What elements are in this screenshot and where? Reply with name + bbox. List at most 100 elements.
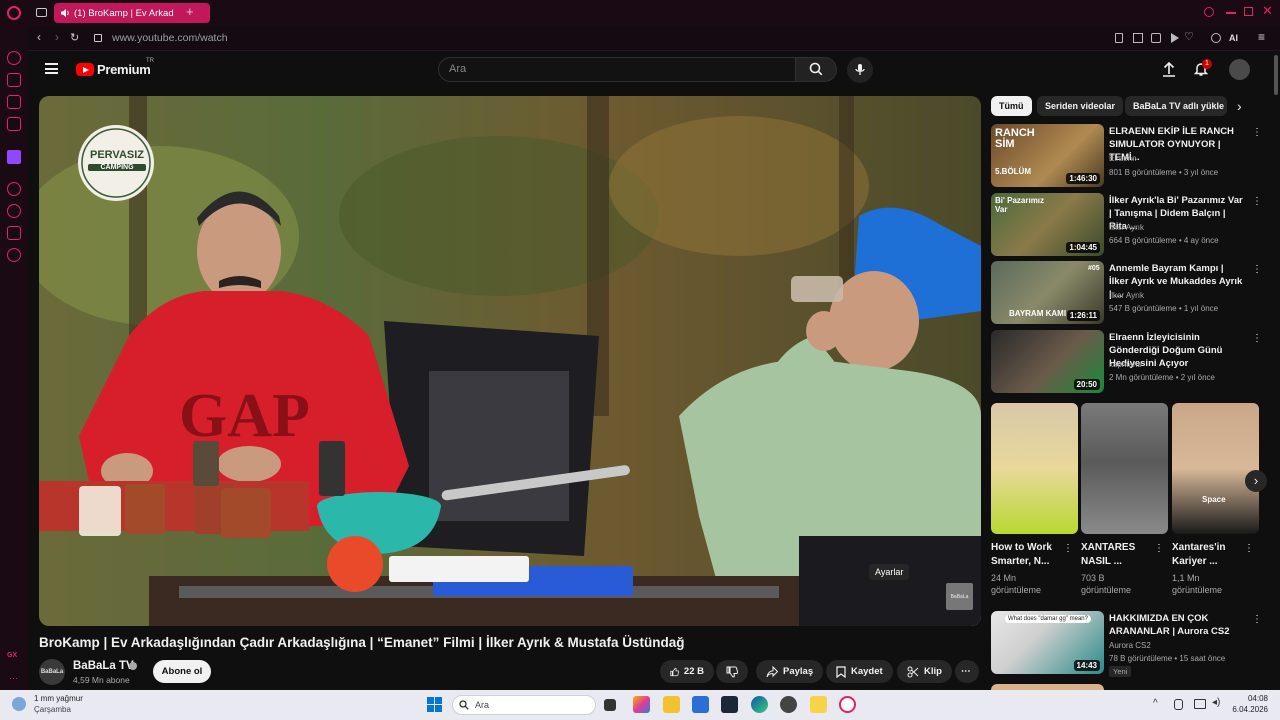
instagram-icon[interactable] bbox=[7, 117, 21, 131]
edge-icon[interactable] bbox=[751, 696, 768, 713]
history-icon[interactable] bbox=[7, 204, 21, 218]
player-icon[interactable] bbox=[7, 182, 21, 196]
rec-menu-icon[interactable]: ⋮ bbox=[1252, 127, 1262, 139]
taskbar-search-input[interactable]: Ara bbox=[452, 695, 596, 715]
rec-channel[interactable]: İlker Ayrık bbox=[1109, 223, 1144, 232]
short-thumbnail[interactable] bbox=[1081, 403, 1168, 534]
extensions-icon[interactable] bbox=[7, 226, 21, 240]
tray-chevron-icon[interactable]: ^ bbox=[1153, 698, 1158, 709]
short-thumbnail[interactable]: Space bbox=[1172, 403, 1259, 534]
search-button[interactable] bbox=[795, 57, 837, 82]
dislike-button[interactable] bbox=[716, 660, 748, 683]
messenger-icon[interactable] bbox=[7, 95, 21, 109]
chip-channel-uploads[interactable]: BaBaLa TV adlı yükle bbox=[1125, 96, 1227, 116]
upload-icon[interactable] bbox=[1162, 61, 1176, 77]
volume-icon[interactable]: ◂) bbox=[1212, 697, 1220, 708]
more-actions-button[interactable]: ⋯ bbox=[955, 660, 979, 683]
rec-menu-icon[interactable]: ⋮ bbox=[1252, 196, 1262, 208]
rec-channel[interactable]: İlker Ayrık bbox=[1109, 291, 1144, 300]
clock-time[interactable]: 04:08 bbox=[1226, 694, 1268, 703]
opera-gx-taskbar-icon[interactable] bbox=[839, 696, 856, 713]
search-input[interactable]: Ara bbox=[438, 57, 796, 82]
maximize-button[interactable] bbox=[1244, 7, 1253, 16]
rec-thumbnail[interactable]: RANCH SİM 5.BÖLÜM 1:46:30 bbox=[991, 124, 1104, 187]
short-title[interactable]: XANTARES NASIL ... bbox=[1081, 541, 1151, 569]
twitch-icon[interactable] bbox=[7, 150, 21, 164]
clip-button[interactable]: Klip bbox=[897, 660, 952, 683]
back-button[interactable]: ‹ bbox=[37, 30, 41, 44]
short-title[interactable]: Xantares'in Kariyer ... bbox=[1172, 541, 1242, 569]
shield-icon[interactable] bbox=[1151, 33, 1161, 43]
subscribe-button[interactable]: Abone ol bbox=[153, 660, 211, 683]
chip-series[interactable]: Seriden videolar bbox=[1037, 96, 1124, 116]
lock-icon[interactable] bbox=[94, 34, 102, 42]
channel-watermark[interactable]: BaBaLa bbox=[946, 583, 973, 610]
short-menu-icon[interactable]: ⋮ bbox=[1063, 543, 1073, 554]
voice-search-button[interactable] bbox=[847, 57, 873, 83]
settings-icon[interactable] bbox=[7, 248, 21, 262]
channel-name[interactable]: BaBaLa TV bbox=[73, 660, 134, 672]
file-explorer-icon[interactable] bbox=[663, 696, 680, 713]
short-title[interactable]: How to Work Smarter, N... bbox=[991, 541, 1061, 569]
short-menu-icon[interactable]: ⋮ bbox=[1244, 543, 1254, 554]
snapshot-icon[interactable] bbox=[1133, 33, 1143, 43]
weather-icon[interactable] bbox=[12, 697, 26, 711]
account-avatar[interactable] bbox=[1229, 59, 1250, 80]
browser-menu-icon[interactable]: ≡ bbox=[1258, 30, 1265, 44]
url-field[interactable]: www.youtube.com/watch bbox=[112, 32, 228, 44]
chip-all[interactable]: Tümü bbox=[991, 96, 1032, 116]
copilot-icon[interactable] bbox=[633, 696, 650, 713]
more-icon[interactable]: ⋯ bbox=[9, 673, 18, 684]
new-tab-button[interactable]: + bbox=[186, 4, 194, 19]
close-window-button[interactable]: ✕ bbox=[1262, 3, 1273, 19]
rec-thumbnail[interactable]: What does "damar gg" mean? 14:43 bbox=[991, 611, 1104, 674]
rec-menu-icon[interactable]: ⋮ bbox=[1252, 333, 1262, 345]
video-player[interactable]: GAP PERVASIZ CAMPING Ayarlar BaBaLa bbox=[39, 96, 981, 626]
task-view-icon[interactable] bbox=[604, 699, 616, 711]
share-button[interactable]: Paylaş bbox=[756, 660, 824, 683]
network-icon[interactable] bbox=[1194, 699, 1206, 709]
youtube-logo-icon[interactable] bbox=[76, 63, 94, 76]
opera-logo-icon[interactable] bbox=[7, 6, 21, 20]
rec-title[interactable]: HAKKIMIZDA EN ÇOK ARANANLAR | Aurora CS2 bbox=[1109, 612, 1244, 638]
start-button-icon[interactable] bbox=[427, 697, 442, 712]
chips-next-icon[interactable]: › bbox=[1237, 98, 1242, 114]
search-tabs-icon[interactable] bbox=[1204, 7, 1214, 17]
short-menu-icon[interactable]: ⋮ bbox=[1154, 543, 1164, 554]
rec-channel[interactable]: Elraenn bbox=[1109, 154, 1137, 163]
page-scrollbar[interactable] bbox=[1274, 55, 1278, 95]
play-icon[interactable] bbox=[1171, 33, 1179, 43]
minimize-button[interactable] bbox=[1226, 12, 1236, 14]
steam-icon[interactable] bbox=[721, 696, 738, 713]
tray-app-icon[interactable] bbox=[1174, 699, 1183, 710]
premium-logo-text[interactable]: Premium bbox=[97, 62, 151, 77]
tab-overview-icon[interactable] bbox=[36, 8, 47, 17]
rec-menu-icon[interactable]: ⋮ bbox=[1252, 264, 1262, 276]
rec-thumbnail[interactable]: Bi' Pazarımız Var 1:04:45 bbox=[991, 193, 1104, 256]
clock-date[interactable]: 6.04.2026 bbox=[1226, 705, 1268, 714]
rec-channel[interactable]: Aurora CS2 bbox=[1109, 641, 1151, 650]
aria-ai-label[interactable]: AI bbox=[1229, 33, 1238, 43]
aria-icon[interactable] bbox=[7, 51, 21, 65]
app-icon[interactable] bbox=[780, 696, 797, 713]
rec-thumbnail[interactable]: 20:50 bbox=[991, 330, 1104, 393]
store-icon[interactable] bbox=[692, 696, 709, 713]
rec-thumbnail[interactable]: #05 BAYRAM KAMI 1:26:11 bbox=[991, 261, 1104, 324]
speaker-icon[interactable] bbox=[60, 8, 70, 18]
like-button[interactable]: 22 B bbox=[660, 660, 714, 683]
channel-avatar[interactable]: BaBaLa bbox=[39, 659, 65, 685]
bag-icon[interactable] bbox=[7, 73, 21, 87]
shorts-next-button[interactable]: › bbox=[1245, 470, 1267, 492]
heart-icon[interactable]: ♡ bbox=[1184, 30, 1194, 43]
short-thumbnail[interactable] bbox=[991, 403, 1078, 534]
hamburger-menu-icon[interactable] bbox=[45, 63, 58, 74]
rec-menu-icon[interactable]: ⋮ bbox=[1252, 614, 1262, 626]
account-icon[interactable] bbox=[1211, 33, 1221, 43]
reload-button[interactable]: ↻ bbox=[70, 31, 79, 44]
rec-channel[interactable]: kaphtans bbox=[1109, 360, 1141, 369]
weather-text[interactable]: 1 mm yağmur bbox=[34, 694, 83, 703]
bookmark-icon[interactable] bbox=[1115, 33, 1123, 43]
notes-icon[interactable] bbox=[810, 696, 827, 713]
forward-button[interactable]: › bbox=[55, 30, 59, 44]
save-button[interactable]: Kaydet bbox=[826, 660, 893, 683]
